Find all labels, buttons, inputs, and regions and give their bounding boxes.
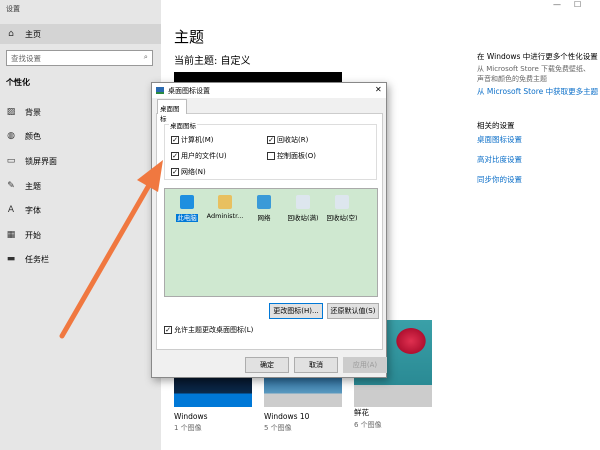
arrow-shaft	[59, 177, 155, 339]
annotation-arrow	[59, 160, 163, 339]
tab-desktop-icons[interactable]: 桌面图标	[157, 99, 187, 123]
arrow-head	[137, 160, 163, 192]
